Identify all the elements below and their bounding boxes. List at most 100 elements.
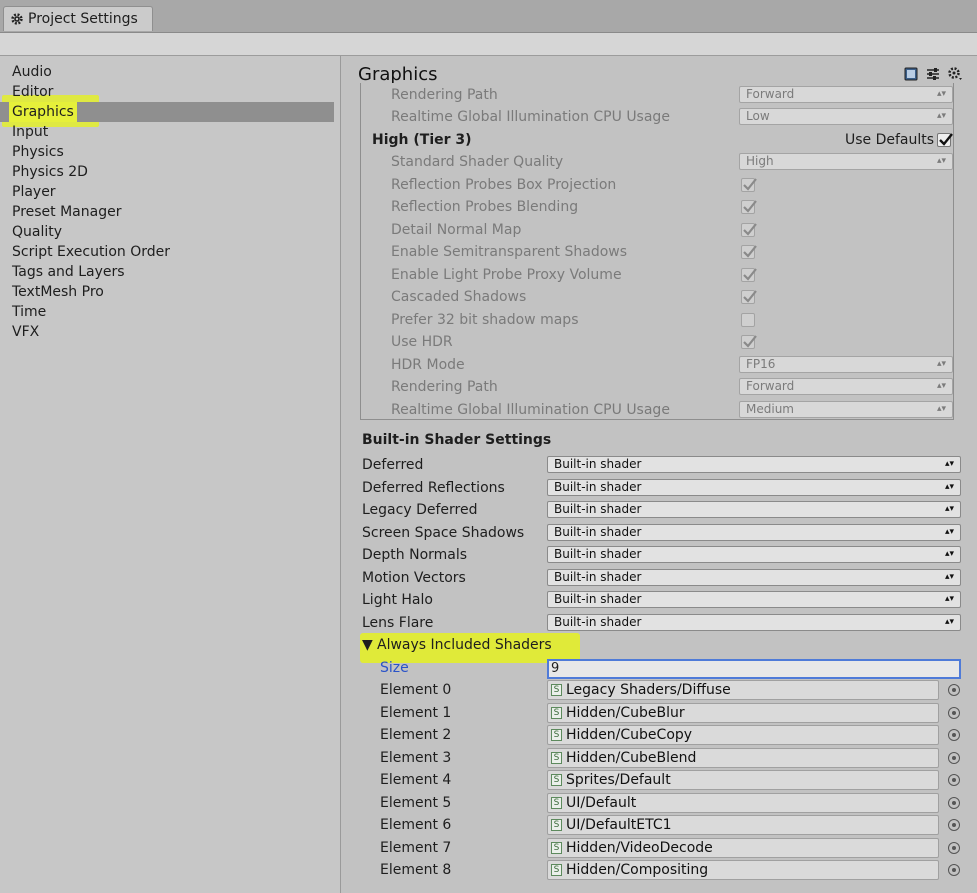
shader-quality-dropdown[interactable]: High ▴▾: [739, 153, 953, 170]
object-picker-icon[interactable]: [948, 842, 960, 854]
shader-object-field[interactable]: S Hidden/CubeBlend: [547, 748, 939, 768]
object-picker-icon[interactable]: [948, 774, 960, 786]
shader-object-field[interactable]: S Hidden/CubeBlur: [547, 703, 939, 723]
sliders-icon[interactable]: [925, 66, 941, 82]
header-icons: [903, 66, 963, 82]
use-defaults-label: Use Defaults: [845, 132, 935, 148]
reflection-box-row: Reflection Probes Box Projection: [361, 174, 953, 196]
object-picker-icon[interactable]: [948, 752, 960, 764]
element-row: Element 6 S UI/DefaultETC1: [342, 814, 977, 836]
element-row: Element 1 S Hidden/CubeBlur: [342, 702, 977, 724]
prev-gi-row: Realtime Global Illumination CPU Usage L…: [361, 106, 953, 128]
sidebar-item-editor[interactable]: Editor: [0, 82, 334, 102]
prev-rendering-path-dropdown[interactable]: Forward ▴▾: [739, 86, 953, 103]
sidebar-item-player[interactable]: Player: [0, 182, 334, 202]
builtin-row: Lens Flare Built-in shader ▴▾: [342, 612, 977, 634]
use-hdr-checkbox[interactable]: [741, 335, 757, 349]
element-row: Element 3 S Hidden/CubeBlend: [342, 747, 977, 769]
chevron-updown-icon: ▴▾: [944, 459, 954, 469]
gear-icon[interactable]: [947, 66, 963, 82]
deferred-reflections-dropdown[interactable]: Built-in shader ▴▾: [547, 479, 961, 496]
always-included-title: Always Included Shaders: [377, 637, 552, 653]
gear-icon: [11, 13, 23, 25]
shader-icon: S: [551, 842, 562, 854]
size-input[interactable]: 9: [547, 659, 961, 679]
rendering-path-dropdown[interactable]: Forward ▴▾: [739, 378, 953, 395]
sidebar-item-physics-2d[interactable]: Physics 2D: [0, 162, 334, 182]
rendering-path-row: Rendering Path Forward ▴▾: [361, 376, 953, 398]
checkmark-icon: [743, 268, 757, 281]
tier-settings-box: Rendering Path Forward ▴▾ Realtime Global…: [360, 83, 954, 420]
use-defaults-checkbox[interactable]: [937, 133, 953, 147]
builtin-row: Legacy Deferred Built-in shader ▴▾: [342, 499, 977, 521]
object-picker-icon[interactable]: [948, 797, 960, 809]
screen-space-shadows-dropdown[interactable]: Built-in shader ▴▾: [547, 524, 961, 541]
checkmark-icon: [743, 178, 757, 191]
detail-normal-checkbox[interactable]: [741, 223, 757, 237]
chevron-updown-icon: ▴▾: [936, 404, 946, 414]
chevron-updown-icon: ▴▾: [944, 482, 954, 492]
lens-flare-dropdown[interactable]: Built-in shader ▴▾: [547, 614, 961, 631]
sidebar-item-vfx[interactable]: VFX: [0, 322, 334, 342]
shader-object-field[interactable]: S Hidden/Compositing: [547, 860, 939, 880]
window-tabbar: Project Settings: [0, 0, 977, 33]
element-row: Element 2 S Hidden/CubeCopy: [342, 724, 977, 746]
cascaded-checkbox[interactable]: [741, 290, 757, 304]
use-hdr-row: Use HDR: [361, 331, 953, 353]
chevron-updown-icon: ▴▾: [944, 594, 954, 604]
reflection-box-checkbox[interactable]: [741, 178, 757, 192]
object-picker-icon[interactable]: [948, 864, 960, 876]
hdr-mode-dropdown[interactable]: FP16 ▴▾: [739, 356, 953, 373]
tab-project-settings[interactable]: Project Settings: [3, 6, 153, 31]
chevron-updown-icon: ▴▾: [944, 504, 954, 514]
graphics-panel: Graphics Rendering Path Forward ▴▾ Realti…: [342, 56, 977, 893]
cascaded-row: Cascaded Shadows: [361, 286, 953, 308]
sidebar-item-tags-and-layers[interactable]: Tags and Layers: [0, 262, 334, 282]
shader-object-field[interactable]: S UI/Default: [547, 793, 939, 813]
shader-object-field[interactable]: S Hidden/VideoDecode: [547, 838, 939, 858]
light-probe-checkbox[interactable]: [741, 268, 757, 282]
sidebar-item-input[interactable]: Input: [0, 122, 334, 142]
sidebar-item-physics[interactable]: Physics: [0, 142, 334, 162]
deferred-dropdown[interactable]: Built-in shader ▴▾: [547, 456, 961, 473]
shader-object-field[interactable]: S Legacy Shaders/Diffuse: [547, 680, 939, 700]
sidebar-item-script-execution-order[interactable]: Script Execution Order: [0, 242, 334, 262]
prefer32-checkbox[interactable]: [741, 313, 755, 327]
element-row: Element 7 S Hidden/VideoDecode: [342, 837, 977, 859]
shader-object-field[interactable]: S Hidden/CubeCopy: [547, 725, 939, 745]
sidebar-item-audio[interactable]: Audio: [0, 62, 334, 82]
legacy-deferred-dropdown[interactable]: Built-in shader ▴▾: [547, 501, 961, 518]
triangle-down-icon: ▼: [362, 637, 373, 653]
light-probe-row: Enable Light Probe Proxy Volume: [361, 264, 953, 286]
gi-cpu-dropdown[interactable]: Medium ▴▾: [739, 401, 953, 418]
always-included-foldout[interactable]: ▼ Always Included Shaders: [342, 634, 977, 656]
checkmark-icon: [743, 223, 757, 236]
builtin-row: Light Halo Built-in shader ▴▾: [342, 589, 977, 611]
shader-object-field[interactable]: S UI/DefaultETC1: [547, 815, 939, 835]
motion-vectors-dropdown[interactable]: Built-in shader ▴▾: [547, 569, 961, 586]
element-row: Element 0 S Legacy Shaders/Diffuse: [342, 679, 977, 701]
chevron-updown-icon: ▴▾: [936, 381, 946, 391]
sidebar-item-quality[interactable]: Quality: [0, 222, 334, 242]
light-halo-dropdown[interactable]: Built-in shader ▴▾: [547, 591, 961, 608]
shader-icon: S: [551, 774, 562, 786]
sidebar-item-time[interactable]: Time: [0, 302, 334, 322]
depth-normals-dropdown[interactable]: Built-in shader ▴▾: [547, 546, 961, 563]
sidebar-item-textmesh-pro[interactable]: TextMesh Pro: [0, 282, 334, 302]
object-picker-icon[interactable]: [948, 729, 960, 741]
toolbar-strip: [0, 33, 977, 56]
shader-object-field[interactable]: S Sprites/Default: [547, 770, 939, 790]
detail-normal-row: Detail Normal Map: [361, 219, 953, 241]
object-picker-icon[interactable]: [948, 819, 960, 831]
shader-icon: S: [551, 752, 562, 764]
object-picker-icon[interactable]: [948, 684, 960, 696]
book-icon[interactable]: [903, 66, 919, 82]
sidebar-item-preset-manager[interactable]: Preset Manager: [0, 202, 334, 222]
semitransparent-checkbox[interactable]: [741, 245, 757, 259]
prev-gi-dropdown[interactable]: Low ▴▾: [739, 108, 953, 125]
object-picker-icon[interactable]: [948, 707, 960, 719]
reflection-blend-checkbox[interactable]: [741, 200, 757, 214]
sidebar-item-graphics[interactable]: Graphics: [0, 102, 334, 122]
shader-icon: S: [551, 864, 562, 876]
checkmark-icon: [939, 133, 953, 146]
